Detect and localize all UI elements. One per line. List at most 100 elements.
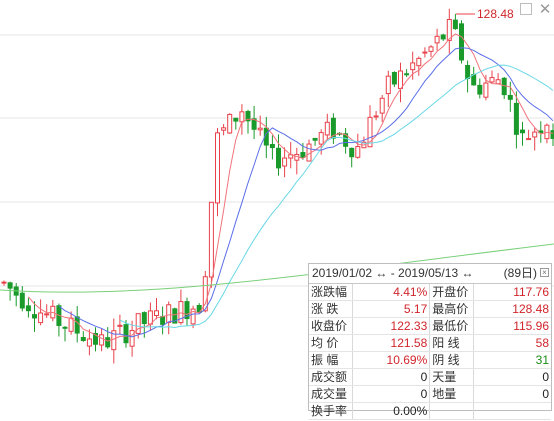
candle-body xyxy=(312,137,318,141)
stat-label: 最高价 xyxy=(429,300,475,318)
stat-value: 0 xyxy=(473,385,551,403)
stat-label: 振 幅 xyxy=(309,351,353,369)
stat-value: 128.48 xyxy=(473,300,551,318)
stat-label: 阴 线 xyxy=(429,351,475,369)
stat-label: 换手率 xyxy=(309,402,353,420)
candle-body xyxy=(68,317,74,332)
candle-body xyxy=(349,147,355,158)
candle-body xyxy=(300,152,306,158)
candle-body xyxy=(318,132,324,145)
candle-body xyxy=(239,111,245,123)
candle-body xyxy=(459,23,464,61)
candle-body xyxy=(410,62,416,71)
candle-body xyxy=(385,75,391,95)
candle-body xyxy=(404,73,410,76)
candle-body xyxy=(434,35,440,44)
candle-body xyxy=(465,64,471,79)
candle-body xyxy=(379,97,385,114)
stat-label: 收盘价 xyxy=(309,317,353,335)
candle-body xyxy=(532,131,538,138)
candle-body xyxy=(227,113,233,134)
candle-body xyxy=(154,310,159,317)
stats-header: 2019/01/02 ↔ - 2019/05/13 ↔ (89日) × xyxy=(309,264,551,284)
candle-body xyxy=(483,82,489,98)
candle-body xyxy=(526,138,532,141)
stat-value: 31 xyxy=(473,351,551,369)
stat-value: 4.41% xyxy=(352,284,431,301)
stat-label: 开盘价 xyxy=(429,284,475,301)
candle-body xyxy=(355,146,361,158)
candle-body xyxy=(99,334,105,346)
candle-body xyxy=(38,312,44,324)
candle-body xyxy=(471,74,477,86)
candle-body xyxy=(416,57,422,67)
stat-label: 均 价 xyxy=(309,334,353,352)
stat-label: 涨 跌 xyxy=(309,300,353,318)
candle-body xyxy=(166,304,172,323)
candle-body xyxy=(19,292,25,309)
candle-body xyxy=(495,79,501,85)
candle-body xyxy=(141,312,147,325)
kline-chart-window: ✕ 128.48 2019/01/02 ↔ - 2019/05/13 ↔ (89… xyxy=(0,0,554,421)
stat-value: 0 xyxy=(473,368,551,386)
candle-body xyxy=(160,316,166,325)
stat-value: 58 xyxy=(473,334,551,352)
stat-value xyxy=(473,402,551,420)
candle-body xyxy=(233,117,239,122)
stat-label: 阳 线 xyxy=(429,334,475,352)
stat-label: 天量 xyxy=(429,368,475,386)
candle-body xyxy=(86,338,92,347)
high-price-marker: 128.48 xyxy=(477,7,514,21)
stat-value: 121.58 xyxy=(352,334,431,352)
candle-body xyxy=(1,281,7,284)
candle-body xyxy=(428,46,434,52)
stat-label xyxy=(429,402,475,420)
candle-body xyxy=(520,129,525,134)
stats-row: 成交量 0 地量 0 xyxy=(309,385,551,403)
stat-value: 0.00% xyxy=(352,402,431,420)
candle-body xyxy=(117,324,123,327)
stat-label: 地量 xyxy=(429,385,475,403)
stat-label: 成交量 xyxy=(309,385,353,403)
candle-body xyxy=(398,70,403,89)
candle-body xyxy=(215,132,220,204)
stats-table: 涨跌幅 4.41% 开盘价 117.76 涨 跌 5.17 最高价 128.48… xyxy=(309,284,551,420)
stat-value: 5.17 xyxy=(352,300,431,318)
date-range-label[interactable]: 2019/01/02 ↔ - 2019/05/13 ↔ xyxy=(312,266,473,280)
candle-body xyxy=(422,51,428,54)
stat-value: 10.69% xyxy=(352,351,431,369)
candle-body xyxy=(282,157,288,167)
candle-body xyxy=(269,143,275,149)
candle-body xyxy=(489,77,495,83)
candle-body xyxy=(440,34,446,40)
candle-body xyxy=(25,305,31,312)
stats-row: 振 幅 10.69% 阴 线 31 xyxy=(309,351,551,369)
candle-body xyxy=(129,330,135,347)
candle-body xyxy=(257,127,263,131)
stat-value: 0 xyxy=(352,368,431,386)
stat-value: 115.96 xyxy=(473,317,551,335)
candle-body xyxy=(32,314,37,319)
stats-row: 涨跌幅 4.41% 开盘价 117.76 xyxy=(309,284,551,301)
stats-row: 成交额 0 天量 0 xyxy=(309,368,551,386)
candle-body xyxy=(208,201,214,278)
candle-body xyxy=(391,71,397,85)
candle-body xyxy=(105,337,111,348)
stats-row: 换手率 0.00% xyxy=(309,402,551,420)
candle-body xyxy=(80,337,86,342)
candle-body xyxy=(123,324,129,344)
close-icon[interactable]: ✕ xyxy=(538,1,552,17)
stat-value: 122.33 xyxy=(352,317,431,335)
stat-label: 涨跌幅 xyxy=(309,284,353,301)
maximize-icon[interactable] xyxy=(520,3,532,15)
candle-body xyxy=(276,147,281,169)
close-icon[interactable]: × xyxy=(540,268,549,277)
stat-label: 最低价 xyxy=(429,317,475,335)
stats-row: 均 价 121.58 阳 线 58 xyxy=(309,334,551,352)
candle-body xyxy=(507,94,513,100)
candle-body xyxy=(7,282,13,289)
stat-label: 成交额 xyxy=(309,368,353,386)
candle-body xyxy=(373,115,379,118)
candle-body xyxy=(477,84,483,95)
candle-body xyxy=(452,19,458,30)
